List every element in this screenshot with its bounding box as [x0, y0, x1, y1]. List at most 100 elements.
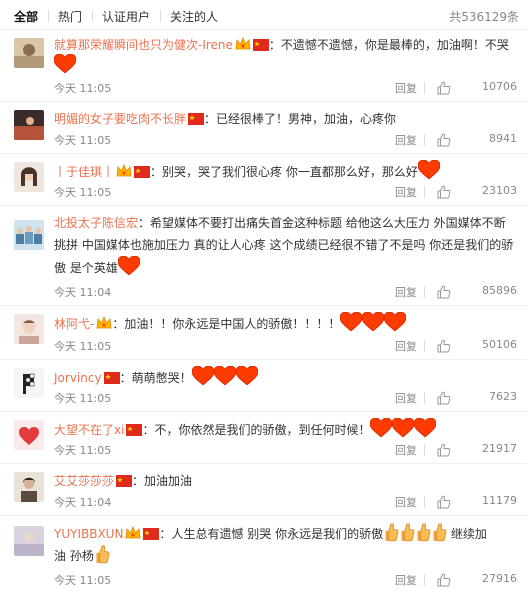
username-link[interactable]: 明媚的女子要吃肉不长胖 — [54, 112, 186, 126]
reply-button[interactable]: 回复 — [395, 184, 417, 200]
china-flag-icon — [104, 372, 120, 384]
tab-all[interactable]: 全部 — [14, 8, 38, 25]
tab-verified-users[interactable]: 认证用户 — [102, 8, 150, 25]
like-button[interactable]: 23103 — [431, 184, 517, 197]
username-link[interactable]: 林阿弋- — [54, 317, 94, 331]
comment-time: 今天 11:05 — [54, 340, 112, 353]
heart-emoji-icon — [362, 312, 384, 332]
username-link[interactable]: 北投太子陈信宏 — [54, 216, 138, 230]
like-count: 11179 — [482, 494, 517, 507]
avatar[interactable] — [14, 420, 44, 450]
username-link[interactable]: 就算那荣耀瞬间也只为健次-Irene — [54, 38, 233, 52]
reply-button[interactable]: 回复 — [395, 390, 417, 406]
like-icon — [437, 495, 451, 509]
heart-emoji-icon — [370, 418, 392, 438]
like-icon — [437, 185, 451, 199]
comment-item: 艾艾莎莎莎 ：加油加油 今天 11:04 回复 11179 — [0, 464, 527, 516]
heart-emoji-icon — [214, 366, 236, 386]
avatar[interactable] — [14, 162, 44, 192]
comment-item: 丨于佳琪丨 ：别哭，哭了我们很心疼 你一直都那么好，那么好 今天 11:05 回复… — [0, 154, 527, 206]
china-flag-icon — [253, 39, 269, 51]
meta-divider — [424, 444, 425, 456]
avatar[interactable] — [14, 314, 44, 344]
heart-emoji-icon — [192, 366, 214, 386]
comment-text: ：加油！！你永远是中国人的骄傲！！！！ — [112, 317, 341, 331]
reply-button[interactable]: 回复 — [395, 132, 417, 148]
heart-emoji-icon — [414, 418, 436, 438]
china-flag-icon — [134, 166, 150, 178]
tab-divider — [160, 10, 161, 22]
china-flag-icon — [188, 113, 204, 125]
meta-divider — [424, 82, 425, 94]
comment-text: ：人生总有遗憾 别哭 你永远是我们的骄傲 — [159, 527, 384, 541]
avatar[interactable] — [14, 38, 44, 68]
tab-hot[interactable]: 热门 — [58, 8, 82, 25]
comment-time: 今天 11:05 — [54, 134, 112, 147]
comment-text-line: 挑拼 中国媒体也施加压力 真的让人心疼 这个成绩已经很不错了不是吗 你还是我们的… — [54, 238, 514, 252]
thumbs-up-emoji-icon — [383, 522, 399, 542]
reply-button[interactable]: 回复 — [395, 442, 417, 458]
reply-button[interactable]: 回复 — [395, 284, 417, 300]
like-icon — [437, 443, 451, 457]
comment-item: 明媚的女子要吃肉不长胖 ：已经很棒了！男神，加油，心疼你 今天 11:05 回复 … — [0, 102, 527, 154]
heart-emoji-icon — [340, 312, 362, 332]
comment-item: YUYIBBXUN ：人生总有遗憾 别哭 你永远是我们的骄傲 继续加 油 孙杨 今… — [0, 516, 527, 592]
crown-badge-icon — [116, 164, 132, 178]
avatar[interactable] — [14, 526, 44, 556]
comment-time: 今天 11:04 — [54, 496, 112, 509]
thumbs-up-emoji-icon — [399, 522, 415, 542]
like-button[interactable]: 85896 — [431, 284, 517, 297]
like-icon — [437, 285, 451, 299]
comment-text: ：加油加油 — [132, 474, 193, 488]
thumbs-up-emoji-icon — [431, 522, 447, 542]
like-icon — [437, 133, 451, 147]
like-button[interactable]: 8941 — [431, 132, 517, 145]
reply-button[interactable]: 回复 — [395, 572, 417, 588]
meta-divider — [424, 496, 425, 508]
reply-button[interactable]: 回复 — [395, 80, 417, 96]
comment-time: 今天 11:05 — [54, 574, 112, 587]
reply-button[interactable]: 回复 — [395, 338, 417, 354]
like-button[interactable]: 50106 — [431, 338, 517, 351]
like-button[interactable]: 10706 — [431, 80, 517, 93]
like-button[interactable]: 21917 — [431, 442, 517, 455]
avatar[interactable] — [14, 110, 44, 140]
like-button[interactable]: 11179 — [431, 494, 517, 507]
heart-emoji-icon — [54, 54, 76, 74]
comment-text-line: 油 孙杨 — [54, 549, 94, 563]
heart-emoji-icon — [236, 366, 258, 386]
china-flag-icon — [116, 475, 132, 487]
comment-text: ：萌萌憋哭！ — [119, 371, 192, 385]
heart-emoji-icon — [418, 160, 440, 180]
comment-time: 今天 11:04 — [54, 286, 112, 299]
crown-badge-icon — [235, 37, 251, 51]
comment-total-count: 共536129条 — [449, 10, 519, 24]
like-button[interactable]: 27916 — [431, 572, 517, 585]
reply-button[interactable]: 回复 — [395, 494, 417, 510]
comment-item: 大望不在了xi ：不，你依然是我们的骄傲，到任何时候！ 今天 11:05 回复 2… — [0, 412, 527, 464]
comment-text: ：别哭，哭了我们很心疼 你一直都那么好，那么好 — [150, 165, 418, 179]
like-count: 10706 — [482, 80, 517, 93]
avatar[interactable] — [14, 472, 44, 502]
avatar[interactable] — [14, 368, 44, 398]
heart-emoji-icon — [118, 256, 140, 276]
comment-text-tail: 继续加 — [450, 527, 487, 541]
username-link[interactable]: YUYIBBXUN — [54, 527, 123, 541]
username-link[interactable]: 艾艾莎莎莎 — [54, 474, 114, 488]
comment-text-line: 傲 是个英雄 — [54, 261, 118, 275]
username-link[interactable]: 大望不在了xi — [54, 423, 124, 437]
meta-divider — [424, 134, 425, 146]
like-button[interactable]: 7623 — [431, 390, 517, 403]
username-link[interactable]: Jorvincy — [54, 371, 102, 385]
username-link[interactable]: 丨于佳琪丨 — [54, 165, 114, 179]
like-count: 27916 — [482, 572, 517, 585]
comment-item: 北投太子陈信宏：希望媒体不要打出痛失首金这种标题 给他这么大压力 外国媒体不断 … — [0, 206, 527, 306]
avatar[interactable] — [14, 220, 44, 250]
tab-following[interactable]: 关注的人 — [170, 8, 218, 25]
china-flag-icon — [126, 424, 142, 436]
like-count: 50106 — [482, 338, 517, 351]
comment-text: ：已经很棒了！男神，加油，心疼你 — [204, 112, 397, 126]
comment-text: ：不，你依然是我们的骄傲，到任何时候！ — [142, 423, 371, 437]
like-count: 8941 — [489, 132, 517, 145]
tab-divider — [92, 10, 93, 22]
